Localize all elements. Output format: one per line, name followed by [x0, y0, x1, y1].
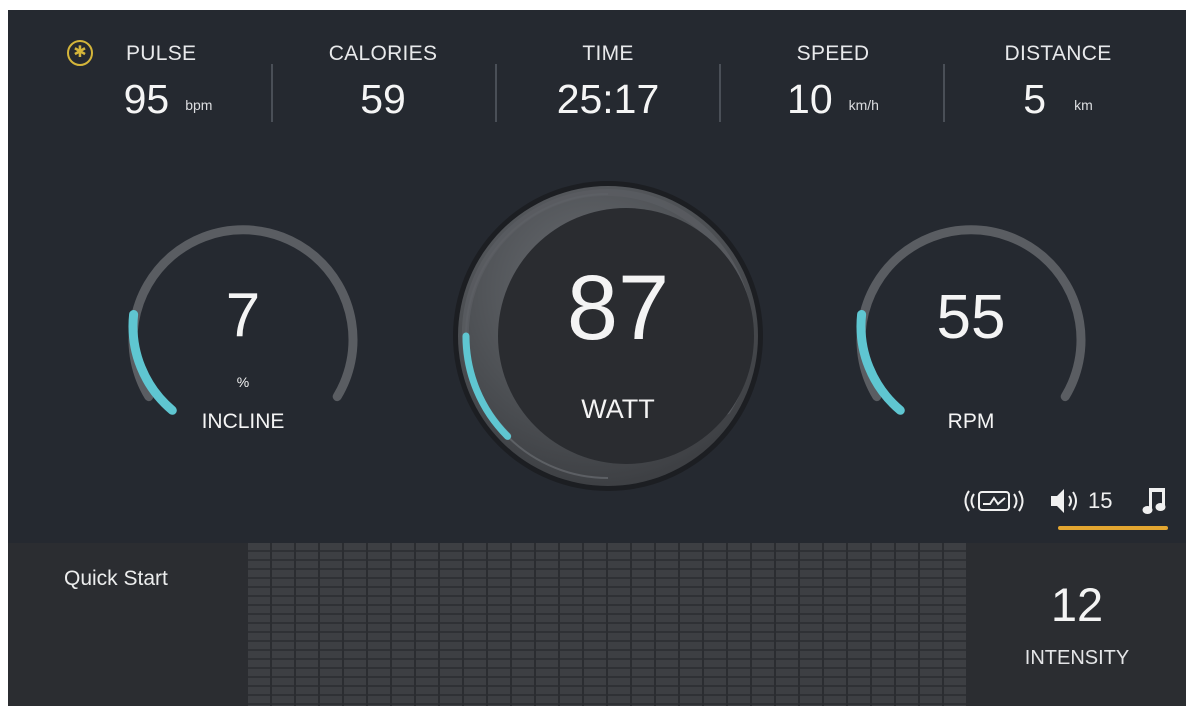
- distance-stat: DISTANCE 5 km: [968, 10, 1148, 140]
- pulse-unit: bpm: [185, 97, 213, 113]
- pulse-label: PULSE: [126, 42, 197, 65]
- watt-value: 87: [566, 257, 670, 359]
- incline-label: INCLINE: [201, 410, 285, 433]
- incline-unit: %: [236, 374, 250, 390]
- heart-rate-sensor-icon[interactable]: [963, 486, 1025, 516]
- distance-unit: km: [1074, 97, 1093, 113]
- distance-value: 5 km: [1023, 76, 1093, 122]
- speed-unit: km/h: [848, 97, 879, 113]
- stat-divider: [495, 64, 497, 122]
- stat-divider: [719, 64, 721, 122]
- time-label: TIME: [582, 42, 634, 65]
- mode-panel[interactable]: Quick Start: [8, 543, 248, 706]
- incline-gauge-fill: [128, 310, 177, 415]
- calories-value: 59: [360, 76, 406, 122]
- volume-underline: [1058, 526, 1168, 530]
- calories-label: CALORIES: [328, 42, 438, 65]
- rpm-label: RPM: [947, 410, 995, 433]
- intensity-panel[interactable]: 12 INTENSITY: [968, 543, 1186, 706]
- watt-label: WATT: [581, 394, 655, 424]
- intensity-profile-grid: [248, 543, 968, 706]
- time-stat: TIME 25:17: [518, 10, 698, 140]
- time-value: 25:17: [556, 76, 660, 122]
- rpm-gauge-fill: [856, 310, 905, 415]
- stat-divider: [943, 64, 945, 122]
- rpm-value: 55: [936, 283, 1006, 352]
- intensity-value: 12: [1050, 578, 1104, 631]
- stat-divider: [271, 64, 273, 122]
- incline-value: 7: [225, 281, 261, 350]
- music-note-icon[interactable]: [1142, 484, 1170, 516]
- distance-label: DISTANCE: [1004, 42, 1112, 65]
- speed-label: SPEED: [796, 42, 870, 65]
- quick-start-label: Quick Start: [64, 567, 168, 590]
- speed-value: 10 km/h: [787, 76, 879, 122]
- console-screen: ✱ PULSE 95 bpm CALORIES 59 TIME 25:17 SPE…: [8, 10, 1186, 706]
- pulse-stat: PULSE 95 bpm: [78, 10, 258, 140]
- calories-stat: CALORIES 59: [293, 10, 473, 140]
- intensity-label: INTENSITY: [1024, 647, 1130, 669]
- speed-stat: SPEED 10 km/h: [743, 10, 923, 140]
- pulse-value: 95 bpm: [123, 76, 213, 122]
- volume-level: 15: [1088, 488, 1113, 513]
- speaker-icon[interactable]: [1048, 486, 1082, 516]
